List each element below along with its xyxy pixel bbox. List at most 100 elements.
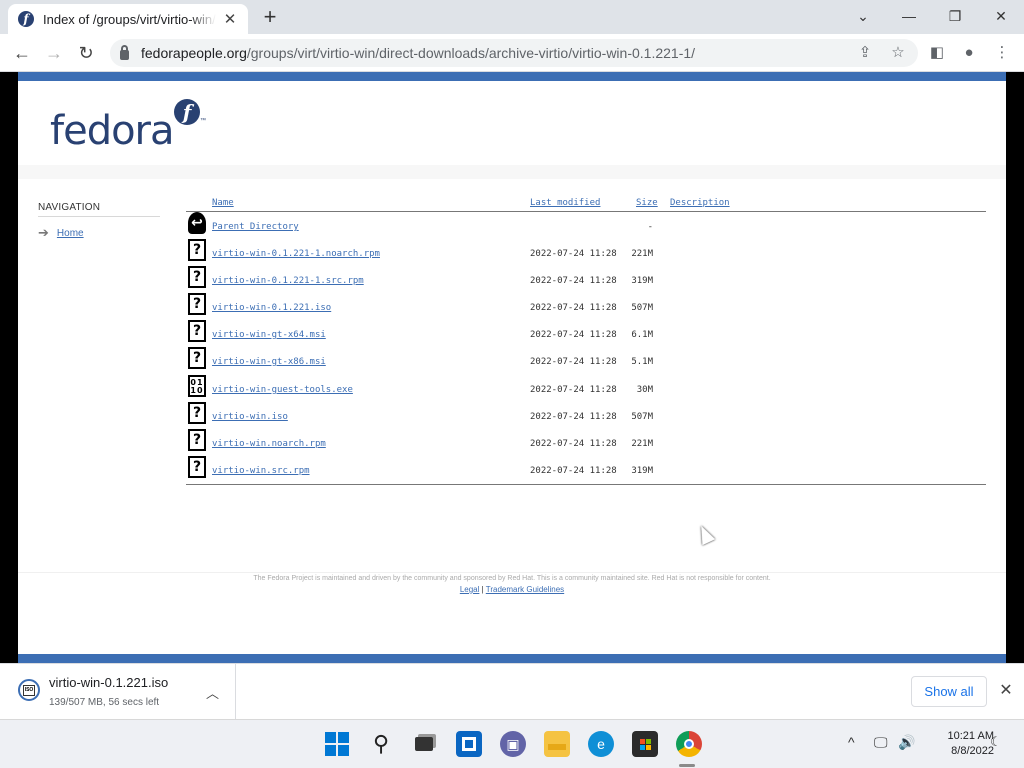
- file-link[interactable]: virtio-win-guest-tools.exe: [212, 385, 353, 395]
- task-view-icon[interactable]: [411, 731, 437, 757]
- file-link[interactable]: virtio-win-0.1.221.iso: [212, 303, 331, 313]
- fedora-logo-text: fedora: [50, 108, 175, 154]
- file-link[interactable]: virtio-win.src.rpm: [212, 466, 310, 476]
- download-file-name: virtio-win-0.1.221.iso: [49, 675, 169, 690]
- new-tab-button[interactable]: +: [258, 6, 282, 28]
- url-host: fedorapeople.org: [141, 45, 247, 61]
- file-modified: 2022-07-24 11:28: [530, 249, 617, 259]
- widgets-icon[interactable]: [456, 731, 482, 757]
- listing-bottom-rule: [186, 484, 986, 485]
- unknown-file-icon: ?: [188, 320, 206, 342]
- arrow-right-icon: ➔: [38, 225, 49, 240]
- side-panel-icon[interactable]: ◧: [925, 41, 949, 65]
- file-size: 221M: [631, 249, 653, 259]
- file-link[interactable]: virtio-win-0.1.221-1.src.rpm: [212, 276, 364, 286]
- file-link[interactable]: virtio-win.noarch.rpm: [212, 439, 326, 449]
- navigation-heading: NAVIGATION: [38, 202, 160, 217]
- lock-icon[interactable]: [120, 44, 129, 60]
- nav-item-home[interactable]: ➔ Home: [38, 225, 160, 241]
- teams-chat-icon[interactable]: ▣: [500, 731, 526, 757]
- network-icon[interactable]: 🖵: [874, 734, 888, 751]
- search-icon[interactable]: ⚲: [368, 731, 394, 757]
- profile-avatar-icon[interactable]: ●: [957, 41, 981, 65]
- file-size: 507M: [631, 412, 653, 422]
- download-status: 139/507 MB, 56 secs left: [49, 697, 160, 708]
- back-button[interactable]: ←: [10, 41, 34, 65]
- unknown-file-icon: ?: [188, 293, 206, 315]
- file-link[interactable]: virtio-win.iso: [212, 412, 288, 422]
- download-progress-ring-icon: ISO: [18, 679, 40, 701]
- iso-file-icon: ISO: [23, 684, 35, 696]
- volume-icon[interactable]: 🔊: [898, 734, 915, 751]
- clock-date: 8/8/2022: [951, 745, 994, 757]
- download-shelf: ISO virtio-win-0.1.221.iso 139/507 MB, 5…: [0, 663, 1024, 720]
- file-row: ? virtio-win-gt-x86.msi 2022-07-24 11:28…: [186, 345, 986, 372]
- forward-button[interactable]: →: [42, 41, 66, 65]
- download-item[interactable]: ISO virtio-win-0.1.221.iso 139/507 MB, 5…: [0, 664, 236, 720]
- chevron-up-icon[interactable]: ︿: [206, 683, 219, 702]
- browser-toolbar: ← → ↻ fedorapeople.org/groups/virt/virti…: [0, 34, 1024, 72]
- sort-by-description-link[interactable]: Description: [670, 198, 730, 208]
- minimize-button[interactable]: —: [893, 4, 925, 28]
- show-all-button[interactable]: Show all: [911, 676, 987, 707]
- tab-search-chevron-icon[interactable]: ⌄: [847, 4, 879, 28]
- legal-link[interactable]: Legal: [460, 585, 480, 594]
- tab-strip: f Index of /groups/virt/virtio-win/direc…: [0, 0, 1024, 34]
- file-size: 507M: [631, 303, 653, 313]
- parent-directory-row: ↩ Parent Directory -: [186, 210, 986, 237]
- file-row: ? virtio-win-0.1.221-1.noarch.rpm 2022-0…: [186, 237, 986, 264]
- bookmark-star-icon[interactable]: ☆: [886, 41, 910, 65]
- focus-assist-moon-icon[interactable]: ☾: [990, 734, 1002, 750]
- fedora-favicon-icon: f: [18, 11, 34, 27]
- menu-kebab-icon[interactable]: ⋮: [990, 41, 1014, 65]
- file-row: ? virtio-win.src.rpm 2022-07-24 11:28 31…: [186, 454, 986, 481]
- chrome-browser-icon[interactable]: [676, 731, 702, 757]
- sort-by-name-link[interactable]: Name: [212, 198, 234, 208]
- file-modified: 2022-07-24 11:28: [530, 276, 617, 286]
- file-link[interactable]: virtio-win-gt-x64.msi: [212, 330, 326, 340]
- file-row: ? virtio-win-gt-x64.msi 2022-07-24 11:28…: [186, 318, 986, 345]
- share-icon[interactable]: ⇪: [853, 41, 877, 65]
- file-link[interactable]: virtio-win-gt-x86.msi: [212, 357, 326, 367]
- file-modified: 2022-07-24 11:28: [530, 439, 617, 449]
- site-footer: The Fedora Project is maintained and dri…: [18, 572, 1006, 594]
- sort-by-size-link[interactable]: Size: [636, 198, 658, 208]
- unknown-file-icon: ?: [188, 347, 206, 369]
- edge-browser-icon[interactable]: e: [588, 731, 614, 757]
- parent-directory-link[interactable]: Parent Directory: [212, 222, 299, 232]
- unknown-file-icon: ?: [188, 456, 206, 478]
- chevron-up-icon[interactable]: ^: [848, 734, 855, 750]
- file-row: ? virtio-win.iso 2022-07-24 11:28 507M: [186, 400, 986, 427]
- bottom-accent-bar: [18, 654, 1006, 663]
- file-explorer-icon[interactable]: [544, 731, 570, 757]
- file-link[interactable]: virtio-win-0.1.221-1.noarch.rpm: [212, 249, 380, 259]
- trademark-symbol: ™: [200, 118, 206, 124]
- site-header: fedora f ™: [18, 81, 1006, 165]
- tab-active[interactable]: f Index of /groups/virt/virtio-win/direc…: [8, 4, 248, 34]
- unknown-file-icon: ?: [188, 429, 206, 451]
- fedora-infinity-mark-icon: f: [174, 99, 200, 125]
- maximize-button[interactable]: ❐: [939, 4, 971, 28]
- tab-close-icon[interactable]: ✕: [222, 10, 238, 28]
- close-download-shelf-icon[interactable]: ✕: [997, 680, 1015, 700]
- file-row: 01 10 virtio-win-guest-tools.exe 2022-07-…: [186, 373, 986, 400]
- windows-start-icon[interactable]: [324, 731, 350, 757]
- address-bar[interactable]: fedorapeople.org/groups/virt/virtio-win/…: [110, 39, 918, 67]
- reload-button[interactable]: ↻: [74, 41, 98, 65]
- file-row: ? virtio-win-0.1.221.iso 2022-07-24 11:2…: [186, 291, 986, 318]
- page-content: fedora f ™ NAVIGATION ➔ Home Name Last m…: [18, 72, 1006, 663]
- file-size: 319M: [631, 466, 653, 476]
- file-size: 6.1M: [631, 330, 653, 340]
- microsoft-store-icon[interactable]: [632, 731, 658, 757]
- page-viewport: fedora f ™ NAVIGATION ➔ Home Name Last m…: [0, 72, 1024, 663]
- file-size: 5.1M: [631, 357, 653, 367]
- file-modified: 2022-07-24 11:28: [530, 330, 617, 340]
- system-clock[interactable]: 10:21 AM 8/8/2022: [918, 729, 994, 759]
- fedora-logo[interactable]: fedora f ™: [50, 99, 206, 154]
- clock-time: 10:21 AM: [947, 730, 994, 742]
- header-band: [18, 165, 1006, 179]
- close-window-button[interactable]: ✕: [985, 4, 1017, 28]
- sort-by-modified-link[interactable]: Last modified: [530, 198, 600, 208]
- home-link[interactable]: Home: [57, 228, 84, 239]
- trademark-guidelines-link[interactable]: Trademark Guidelines: [486, 585, 564, 594]
